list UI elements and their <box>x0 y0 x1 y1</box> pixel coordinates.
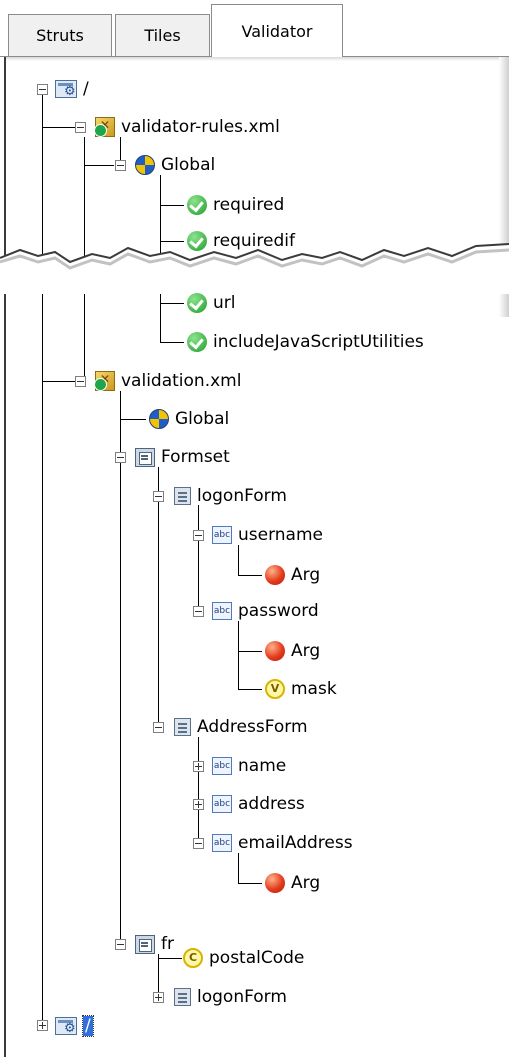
formset-icon <box>135 447 155 467</box>
tree-node-fr[interactable]: fr <box>135 929 174 959</box>
arg-icon <box>265 641 285 661</box>
xml-file-icon <box>94 371 115 391</box>
node-label: logonForm <box>197 486 287 506</box>
tab-validator[interactable]: Validator <box>211 4 343 57</box>
tree-node-username-arg[interactable]: Arg <box>265 560 320 590</box>
tree-node-fr-logonform[interactable]: logonForm <box>174 982 287 1012</box>
arg-icon <box>265 565 285 585</box>
constant-icon: C <box>183 948 203 968</box>
toggle-logonform-collapse[interactable] <box>153 491 164 502</box>
toggle-name-expand[interactable] <box>193 761 204 772</box>
toggle-addressform-collapse[interactable] <box>153 722 164 733</box>
node-label: emailAddress <box>238 833 353 853</box>
tree-node-emailaddress[interactable]: abc emailAddress <box>212 828 353 858</box>
formset-icon <box>135 934 155 954</box>
node-label-selected: / <box>82 1015 94 1037</box>
tab-validator-label: Validator <box>241 21 313 41</box>
node-label: / <box>83 79 89 99</box>
text-field-icon: abc <box>212 834 232 852</box>
tree-node-validation[interactable]: validation.xml <box>94 366 242 396</box>
node-label: fr <box>161 934 174 954</box>
tab-strip: Struts Tiles Validator <box>0 0 509 57</box>
node-label: required <box>213 195 285 215</box>
node-label: includeJavaScriptUtilities <box>213 332 424 352</box>
node-label: logonForm <box>197 987 287 1007</box>
variable-icon: V <box>265 679 285 699</box>
tree-node-formset[interactable]: Formset <box>135 442 230 472</box>
panel-shadow <box>6 57 509 61</box>
node-label: username <box>238 525 323 545</box>
text-field-icon: abc <box>212 757 232 775</box>
web-root-icon <box>55 80 77 99</box>
tab-struts[interactable]: Struts <box>8 14 112 56</box>
node-label: Arg <box>291 641 321 661</box>
node-label: validation.xml <box>121 371 242 391</box>
form-icon <box>174 487 191 505</box>
node-label: url <box>213 293 236 313</box>
tree-node-validator-rules[interactable]: validator-rules.xml <box>94 112 280 142</box>
tree-node-root2[interactable]: / <box>55 1011 94 1041</box>
text-field-icon: abc <box>212 526 232 544</box>
globe-icon <box>149 409 169 429</box>
toggle-fr-collapse[interactable] <box>115 939 126 950</box>
tree-node-root[interactable]: / <box>55 74 89 104</box>
tree-node-password-mask[interactable]: V mask <box>265 674 337 704</box>
node-label: validator-rules.xml <box>121 117 280 137</box>
node-label: postalCode <box>209 948 305 968</box>
toggle-emailaddress-collapse[interactable] <box>193 838 204 849</box>
check-icon <box>187 195 207 215</box>
node-label: name <box>238 756 287 776</box>
tree-node-addressform[interactable]: AddressForm <box>174 712 308 742</box>
tab-tiles[interactable]: Tiles <box>115 14 210 56</box>
node-label: password <box>238 601 319 621</box>
node-label: Global <box>175 409 230 429</box>
torn-edge-separator <box>0 243 509 294</box>
tree-node-password[interactable]: abc password <box>212 596 319 626</box>
web-root-icon <box>55 1017 77 1036</box>
tree-node-emailaddress-arg[interactable]: Arg <box>265 868 320 898</box>
toggle-formset-collapse[interactable] <box>115 452 126 463</box>
node-label: Arg <box>291 565 321 585</box>
tab-tiles-label: Tiles <box>144 26 181 45</box>
tree-node-name[interactable]: abc name <box>212 751 286 781</box>
toggle-address-expand[interactable] <box>193 799 204 810</box>
form-icon <box>174 718 191 736</box>
toggle-validation-collapse[interactable] <box>75 376 86 387</box>
tree-node-username[interactable]: abc username <box>212 520 323 550</box>
toggle-validator-rules-collapse[interactable] <box>75 122 86 133</box>
tree-node-password-arg[interactable]: Arg <box>265 636 320 666</box>
arg-icon <box>265 873 285 893</box>
node-label: Global <box>161 155 216 175</box>
tree-node-validation-global[interactable]: Global <box>149 404 229 434</box>
toggle-fr-logonform-expand[interactable] <box>153 992 164 1003</box>
text-field-icon: abc <box>212 795 232 813</box>
node-label: mask <box>291 679 337 699</box>
toggle-username-collapse[interactable] <box>193 530 204 541</box>
toggle-root-collapse[interactable] <box>37 84 48 95</box>
check-icon <box>187 332 207 352</box>
globe-icon <box>135 155 155 175</box>
tree-node-required[interactable]: required <box>187 190 284 220</box>
form-icon <box>174 988 191 1006</box>
tab-struts-label: Struts <box>36 26 84 45</box>
tree-node-logonform[interactable]: logonForm <box>174 481 287 511</box>
toggle-rules-global-collapse[interactable] <box>115 160 126 171</box>
tree-node-url[interactable]: url <box>187 288 236 318</box>
node-label: address <box>238 794 305 814</box>
toggle-password-collapse[interactable] <box>193 606 204 617</box>
tree-node-address[interactable]: abc address <box>212 789 305 819</box>
xml-file-icon <box>94 117 115 137</box>
tree-node-postalcode[interactable]: C postalCode <box>183 943 304 973</box>
toggle-root2-expand[interactable] <box>37 1020 48 1031</box>
node-label: Arg <box>291 873 321 893</box>
node-label: Formset <box>161 447 230 467</box>
tree-node-rules-global[interactable]: Global <box>135 150 215 180</box>
tree-node-includejavascriptutilities[interactable]: includeJavaScriptUtilities <box>187 327 424 357</box>
text-field-icon: abc <box>212 602 232 620</box>
check-icon <box>187 293 207 313</box>
node-label: AddressForm <box>197 717 308 737</box>
